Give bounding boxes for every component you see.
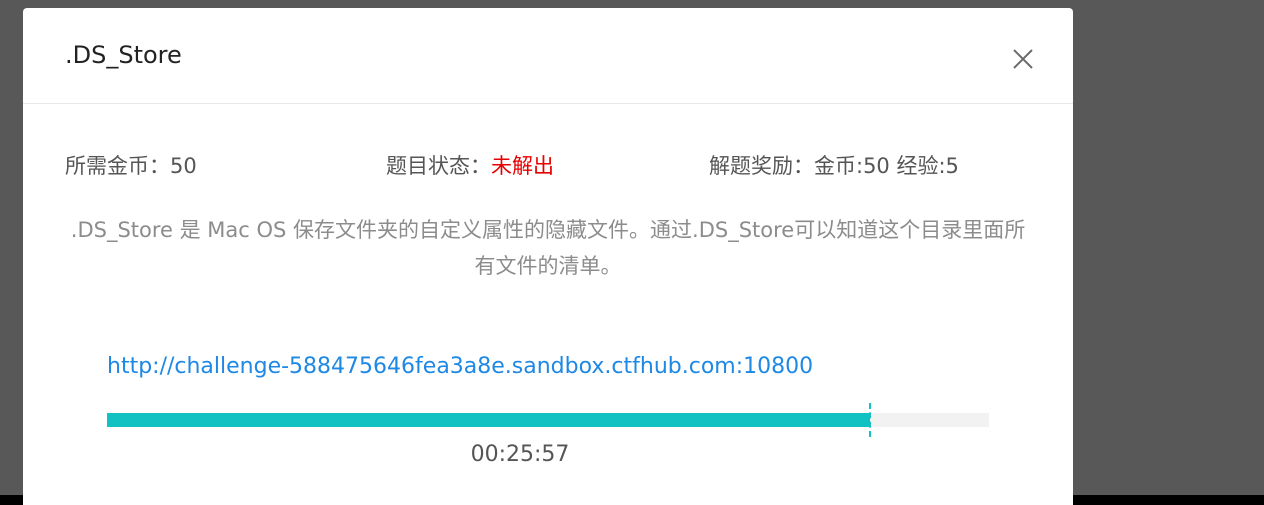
solve-reward-value: 金币:50 经验:5 [814, 154, 959, 178]
challenge-status: 题目状态：未解出 [386, 152, 554, 180]
challenge-status-label: 题目状态： [386, 154, 491, 178]
required-coins-value: 50 [170, 154, 197, 178]
countdown-progress-fill [107, 413, 870, 427]
modal-header: .DS_Store [23, 8, 1073, 104]
required-coins-label: 所需金币： [65, 154, 170, 178]
countdown-progress-bar [107, 403, 989, 437]
challenge-description: .DS_Store 是 Mac OS 保存文件夹的自定义属性的隐藏文件。通过.D… [70, 218, 1026, 278]
challenge-url-link[interactable]: http://challenge-588475646fea3a8e.sandbo… [107, 352, 813, 382]
close-icon [1013, 49, 1033, 69]
close-button[interactable] [1008, 44, 1038, 74]
required-coins: 所需金币：50 [65, 152, 197, 180]
solve-reward: 解题奖励：金币:50 经验:5 [709, 152, 959, 180]
modal-title: .DS_Store [65, 41, 182, 69]
countdown-timer: 00:25:57 [470, 442, 570, 467]
challenge-modal: .DS_Store 所需金币：50 题目状态：未解出 解题奖励：金币:50 经验… [23, 8, 1073, 505]
countdown-progress-marker [868, 403, 871, 437]
challenge-status-value: 未解出 [491, 154, 554, 178]
solve-reward-label: 解题奖励： [709, 154, 814, 178]
